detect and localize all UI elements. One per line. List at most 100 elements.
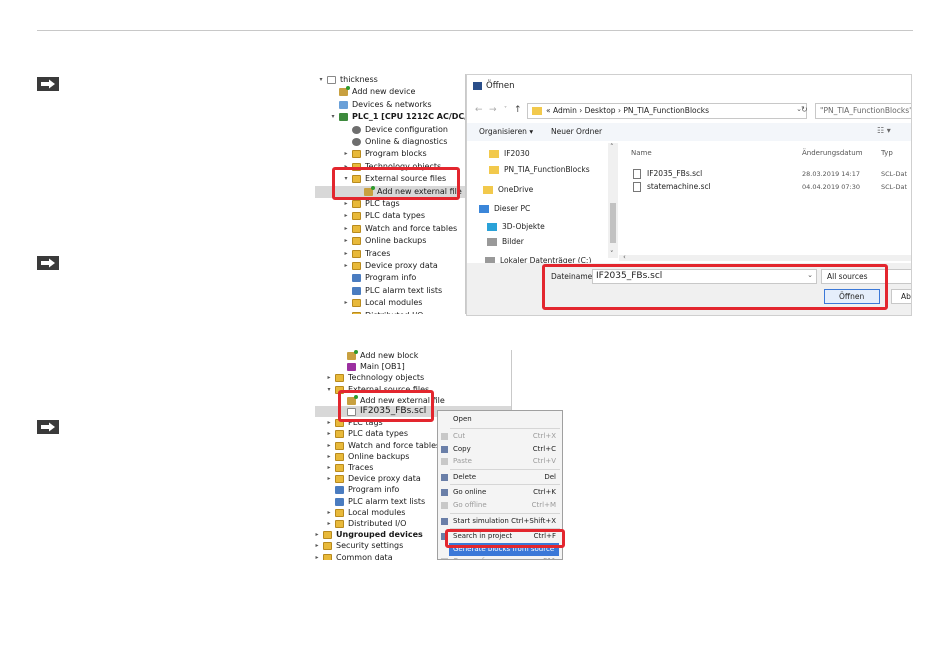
tree-program-blocks[interactable]: ▸ Program blocks — [315, 148, 465, 160]
menu-delete[interactable]: Delete Del — [438, 471, 562, 484]
nav-item[interactable]: OneDrive — [483, 185, 533, 194]
folder-icon — [323, 553, 332, 560]
expand-right-icon[interactable]: ▸ — [342, 235, 350, 247]
menu-start-simulation[interactable]: Start simulation Ctrl+Shift+X — [438, 515, 562, 528]
history-chevron-icon[interactable]: ˅ — [504, 106, 507, 113]
expand-right-icon[interactable]: ▸ — [342, 210, 350, 222]
expand-down-icon[interactable]: ▾ — [317, 74, 325, 86]
expand-right-icon[interactable]: ▸ — [325, 417, 333, 428]
search-placeholder: "PN_TIA_FunctionBlocks" — [820, 106, 912, 115]
expand-right-icon[interactable]: ▸ — [315, 540, 321, 551]
nav-item-label: IF2030 — [504, 149, 530, 158]
expand-right-icon[interactable]: ▸ — [325, 518, 333, 529]
column-name[interactable]: Name — [631, 149, 652, 157]
expand-right-icon[interactable]: ▸ — [342, 310, 350, 314]
file-row[interactable]: IF2035_FBs.scl 28.03.2019 14:17 SCL-Dat — [631, 167, 911, 181]
dialog-title: Öffnen — [486, 81, 515, 91]
expand-right-icon[interactable]: ▸ — [325, 372, 333, 383]
cancel-button[interactable]: Ab — [891, 289, 911, 304]
forward-arrow-icon[interactable]: → — [489, 105, 497, 115]
dialog-title-bar: Öffnen — [467, 75, 911, 97]
tree-online-backups[interactable]: ▸ Online backups — [315, 235, 465, 247]
expand-right-icon[interactable]: ▸ — [325, 473, 333, 484]
expand-right-icon[interactable]: ▸ — [325, 451, 333, 462]
refresh-icon[interactable]: ↻ — [801, 105, 808, 114]
tree-local-modules[interactable]: ▸ Local modules — [315, 297, 465, 309]
tree-item-label: Local modules — [348, 507, 406, 517]
scroll-thumb[interactable] — [610, 203, 616, 243]
folder-icon — [323, 542, 332, 551]
tree-item-label: Add new block — [360, 351, 419, 360]
dialog-nav-pane: IF2030 PN_TIA_FunctionBlocks OneDrive Diese… — [467, 143, 617, 265]
nav-item[interactable]: PN_TIA_FunctionBlocks — [489, 165, 590, 174]
expand-right-icon[interactable]: ▸ — [342, 297, 350, 309]
file-row[interactable]: statemachine.scl 04.04.2019 07:30 SCL-Da… — [631, 180, 911, 194]
expand-right-icon[interactable]: ▸ — [342, 248, 350, 260]
highlight-add-external-file — [332, 167, 460, 200]
folder-icon — [352, 262, 361, 270]
tree-project-thickness[interactable]: ▾ thickness — [315, 74, 465, 86]
expand-right-icon[interactable]: ▸ — [325, 507, 333, 518]
expand-right-icon[interactable]: ▸ — [315, 552, 321, 560]
organize-button[interactable]: Organisieren ▾ — [479, 127, 533, 136]
menu-item-shortcut: Ctrl+K — [533, 488, 556, 497]
expand-right-icon[interactable]: ▸ — [325, 440, 333, 451]
expand-right-icon[interactable]: ▸ — [325, 462, 333, 473]
menu-go-offline[interactable]: Go offline Ctrl+M — [438, 499, 562, 512]
tree-plc-data-types[interactable]: ▸ PLC data types — [315, 210, 465, 222]
expand-right-icon[interactable]: ▸ — [315, 529, 321, 540]
nav-item[interactable]: Bilder — [487, 237, 524, 246]
tree-plc-alarm-text-lists[interactable]: PLC alarm text lists — [315, 285, 465, 297]
tree-device-proxy-data[interactable]: ▸ Device proxy data — [315, 260, 465, 272]
menu-cut[interactable]: Cut Ctrl+X — [438, 430, 562, 443]
scroll-down-icon[interactable]: ˅ — [610, 250, 614, 258]
menu-open[interactable]: Open — [438, 413, 562, 426]
nav-item-label: OneDrive — [498, 185, 534, 194]
menu-paste[interactable]: Paste Ctrl+V — [438, 455, 562, 468]
tree-item-label: PLC data types — [365, 211, 426, 221]
nav-item[interactable]: 3D-Objekte — [487, 222, 545, 231]
expand-right-icon[interactable]: ▸ — [342, 260, 350, 272]
back-arrow-icon[interactable]: ← — [475, 105, 483, 115]
tree-watch-force-tables[interactable]: ▸ Watch and force tables — [315, 223, 465, 235]
tree-online-diagnostics[interactable]: Online & diagnostics — [315, 136, 465, 148]
column-date[interactable]: Änderungsdatum — [802, 149, 863, 157]
expand-down-icon[interactable]: ▾ — [325, 384, 333, 395]
up-arrow-icon[interactable]: ↑ — [514, 105, 522, 115]
view-options-icon[interactable]: ☷ ▾ — [877, 126, 891, 135]
tree-distributed-io[interactable]: ▸ Distributed I/O — [315, 310, 465, 314]
scroll-up-icon[interactable]: ˄ — [610, 143, 614, 151]
tree-program-info[interactable]: Program info — [315, 272, 465, 284]
column-type[interactable]: Typ — [881, 149, 893, 157]
folder-icon — [352, 224, 361, 233]
tree-traces[interactable]: ▸ Traces — [315, 248, 465, 260]
tree-item-label: Technology objects — [348, 373, 425, 383]
address-bar[interactable]: « Admin › Desktop › PN_TIA_FunctionBlock… — [527, 103, 807, 119]
nav-item[interactable]: Dieser PC — [479, 204, 530, 213]
tree-device-configuration[interactable]: Device configuration — [315, 124, 465, 136]
tree2-main-ob1[interactable]: Main [OB1] — [315, 361, 511, 372]
expand-right-icon[interactable]: ▸ — [342, 148, 350, 160]
menu-item-shortcut: F11 — [543, 555, 556, 559]
new-folder-button[interactable]: Neuer Ordner — [551, 127, 602, 136]
search-input[interactable]: "PN_TIA_FunctionBlocks" — [815, 103, 912, 119]
menu-copy[interactable]: Copy Ctrl+C — [438, 443, 562, 456]
menu-cross-references[interactable]: Cross-references F11 — [438, 555, 562, 559]
tree-item-label: PLC_1 [CPU 1212C AC/DC/Rly] — [352, 112, 465, 122]
go-online-icon — [441, 489, 448, 497]
nav-item[interactable]: IF2030 — [489, 149, 530, 158]
expand-right-icon[interactable]: ▸ — [325, 428, 333, 439]
expand-right-icon[interactable]: ▸ — [342, 223, 350, 235]
menu-go-online[interactable]: Go online Ctrl+K — [438, 486, 562, 499]
menu-item-label: Go offline — [453, 501, 487, 509]
nav-scrollbar[interactable]: ˄ ˅ — [608, 143, 618, 258]
scroll-left-icon[interactable]: ‹ — [623, 253, 626, 261]
tree2-add-new-block[interactable]: Add new block — [315, 350, 511, 361]
menu-item-shortcut: Del — [544, 472, 556, 481]
expand-down-icon[interactable]: ▾ — [329, 111, 337, 123]
tree-add-new-device[interactable]: Add new device — [315, 86, 465, 98]
tree-plc-1[interactable]: ▾ PLC_1 [CPU 1212C AC/DC/Rly] — [315, 111, 465, 123]
tree-devices-networks[interactable]: Devices & networks — [315, 99, 465, 111]
file-list-hscroll[interactable]: ‹ — [619, 253, 911, 261]
tree2-technology-objects[interactable]: ▸ Technology objects — [315, 372, 511, 383]
